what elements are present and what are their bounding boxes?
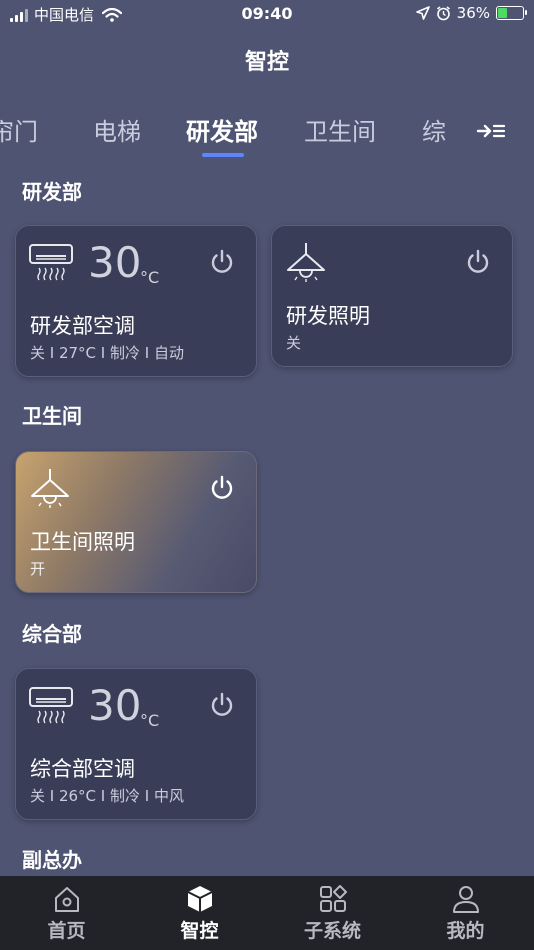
nav-home[interactable]: 首页 [0, 876, 133, 950]
grid-apps-icon [320, 885, 347, 912]
status-right: 36% [415, 4, 527, 22]
air-conditioner-icon [29, 687, 73, 724]
nav-profile-label: 我的 [446, 920, 485, 942]
device-status: 关 [286, 334, 302, 352]
tab-rd-dept[interactable]: 研发部 [186, 112, 258, 147]
tab-general[interactable]: 综 [422, 112, 446, 147]
section-title-rd: 研发部 [22, 180, 82, 204]
nav-home-label: 首页 [47, 920, 86, 942]
device-name: 研发照明 [286, 304, 370, 328]
alarm-icon [436, 5, 450, 20]
air-conditioner-icon [29, 244, 73, 281]
active-tab-indicator [202, 153, 244, 157]
section-title-general: 综合部 [22, 622, 82, 646]
power-button-icon[interactable] [464, 248, 492, 276]
tab-curtain[interactable]: 帘门 [0, 112, 38, 147]
home-icon [55, 887, 79, 912]
ac-temperature: 30 [88, 238, 142, 287]
page-title: 智控 [244, 50, 289, 75]
power-button-icon[interactable] [208, 248, 236, 276]
device-status: 关 I 26°C I 制冷 I 中风 [30, 787, 184, 805]
device-status: 开 [30, 560, 46, 578]
temperature-unit: °C [140, 268, 160, 287]
nav-profile[interactable]: 我的 [399, 876, 532, 950]
ceiling-lamp-icon [31, 469, 69, 508]
device-name: 研发部空调 [30, 314, 135, 338]
device-card-rd-light[interactable]: 研发照明 关 [271, 225, 513, 367]
expand-tabs-icon[interactable] [476, 120, 506, 142]
power-button-icon[interactable] [208, 474, 236, 502]
device-card-zh-ac[interactable]: 30 °C 综合部空调 关 I 26°C I 制冷 I 中风 [15, 668, 257, 820]
nav-subsystem[interactable]: 子系统 [266, 876, 399, 950]
device-status: 关 I 27°C I 制冷 I 自动 [30, 344, 184, 362]
location-icon [415, 6, 430, 20]
user-icon [453, 886, 479, 913]
device-card-rd-ac[interactable]: 30 °C 研发部空调 关 I 27°C I 制冷 I 自动 [15, 225, 257, 377]
status-bar: 中国电信 09:40 36% [0, 0, 534, 30]
power-button-icon[interactable] [208, 691, 236, 719]
device-name: 综合部空调 [30, 757, 135, 781]
device-card-wc-light[interactable]: 卫生间照明 开 [15, 451, 257, 593]
tab-elevator[interactable]: 电梯 [93, 112, 141, 147]
section-title-vp-office: 副总办 [22, 848, 82, 872]
tab-washroom[interactable]: 卫生间 [304, 112, 376, 147]
category-tabs: 帘门 电梯 研发部 卫生间 综 [0, 112, 470, 152]
section-title-washroom: 卫生间 [22, 404, 82, 428]
cube-icon [187, 886, 213, 912]
ceiling-lamp-icon [287, 243, 325, 282]
temperature-unit: °C [140, 711, 160, 730]
nav-smart-control[interactable]: 智控 [133, 876, 266, 950]
battery-percent: 36% [456, 4, 490, 22]
device-name: 卫生间照明 [30, 530, 135, 554]
battery-icon [496, 6, 527, 20]
ac-temperature: 30 [88, 681, 142, 730]
nav-smart-control-label: 智控 [180, 920, 219, 942]
nav-subsystem-label: 子系统 [303, 920, 361, 942]
bottom-nav: 首页 智控 子系统 我的 [0, 876, 534, 950]
